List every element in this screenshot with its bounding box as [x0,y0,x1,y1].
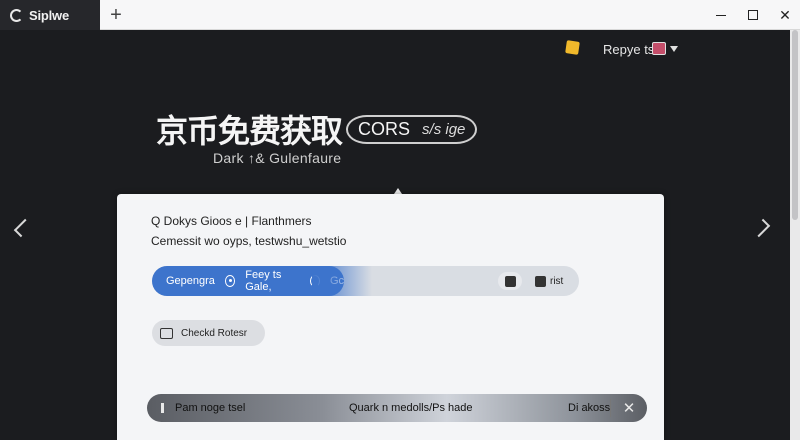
title-bar: Siplwe + ✕ [0,0,800,30]
card-heading: Q Dokys Gioos e | Flanthmers [151,214,312,228]
tool-b-label: rist [550,275,564,287]
action-row-fade [312,266,372,296]
avatar-icon[interactable] [652,42,666,55]
maximize-button[interactable] [736,0,770,30]
card-subheading: Cemessit wo oyps, testwshu_wetstio [151,234,347,248]
user-name-label[interactable]: Repye ts [603,42,654,57]
secondary-action-label: Feey ts Gale, [245,269,282,293]
carousel-next-arrow-icon[interactable] [756,214,774,242]
hero-pill-small: s/s ige [422,120,466,138]
checked-notes-chip[interactable]: Checkd Rotesr [152,320,265,346]
hero-pill-text: CORS [358,118,411,139]
target-icon [224,275,236,287]
footer-divider [610,399,611,417]
hero-title: 京币免费获取 CORS s/s ige [156,106,478,152]
maximize-icon [748,10,758,20]
tool-button-b[interactable]: rist [535,272,563,290]
footer-bar: Pam noge tsel Quark n medolls/Ps hade Di… [147,394,647,422]
notification-badge-icon[interactable] [565,40,580,55]
tool-button-a[interactable] [498,272,522,290]
footer-right-label[interactable]: Di akoss [568,402,610,414]
chat-icon [160,327,173,339]
app-logo-icon [10,8,23,22]
minimize-icon [716,14,726,16]
tab-label: Siplwe [29,7,69,23]
content-card: Q Dokys Gioos e | Flanthmers Cemessit wo… [117,194,664,440]
footer-close-icon[interactable]: ✕ [615,394,643,422]
close-window-button[interactable]: ✕ [768,0,800,30]
new-tab-button[interactable]: + [104,3,128,27]
footer-marker [161,403,164,413]
carousel-prev-arrow-icon[interactable] [10,214,28,242]
hero-subtitle: Dark ↑& Gulenfaure [213,150,342,166]
chip-label: Checkd Rotesr [181,327,248,339]
minimize-button[interactable] [704,0,738,30]
footer-left-label[interactable]: Pam noge tsel [175,402,245,414]
chevron-down-icon[interactable] [670,46,678,52]
footer-middle-label: Quark n medolls/Ps hade [349,402,473,414]
cube-icon [504,275,516,287]
scrollbar[interactable] [790,30,800,440]
action-row: Gepengra Feey ts Gale, Gc rist [152,266,579,296]
scrollbar-thumb[interactable] [792,30,798,220]
hero-pill: CORS s/s ige [346,114,478,144]
hero-title-text: 京币免费获取 [156,112,343,150]
box-icon [535,275,546,287]
active-tab[interactable]: Siplwe [0,0,100,30]
primary-action-label: Gepengra [166,275,215,287]
